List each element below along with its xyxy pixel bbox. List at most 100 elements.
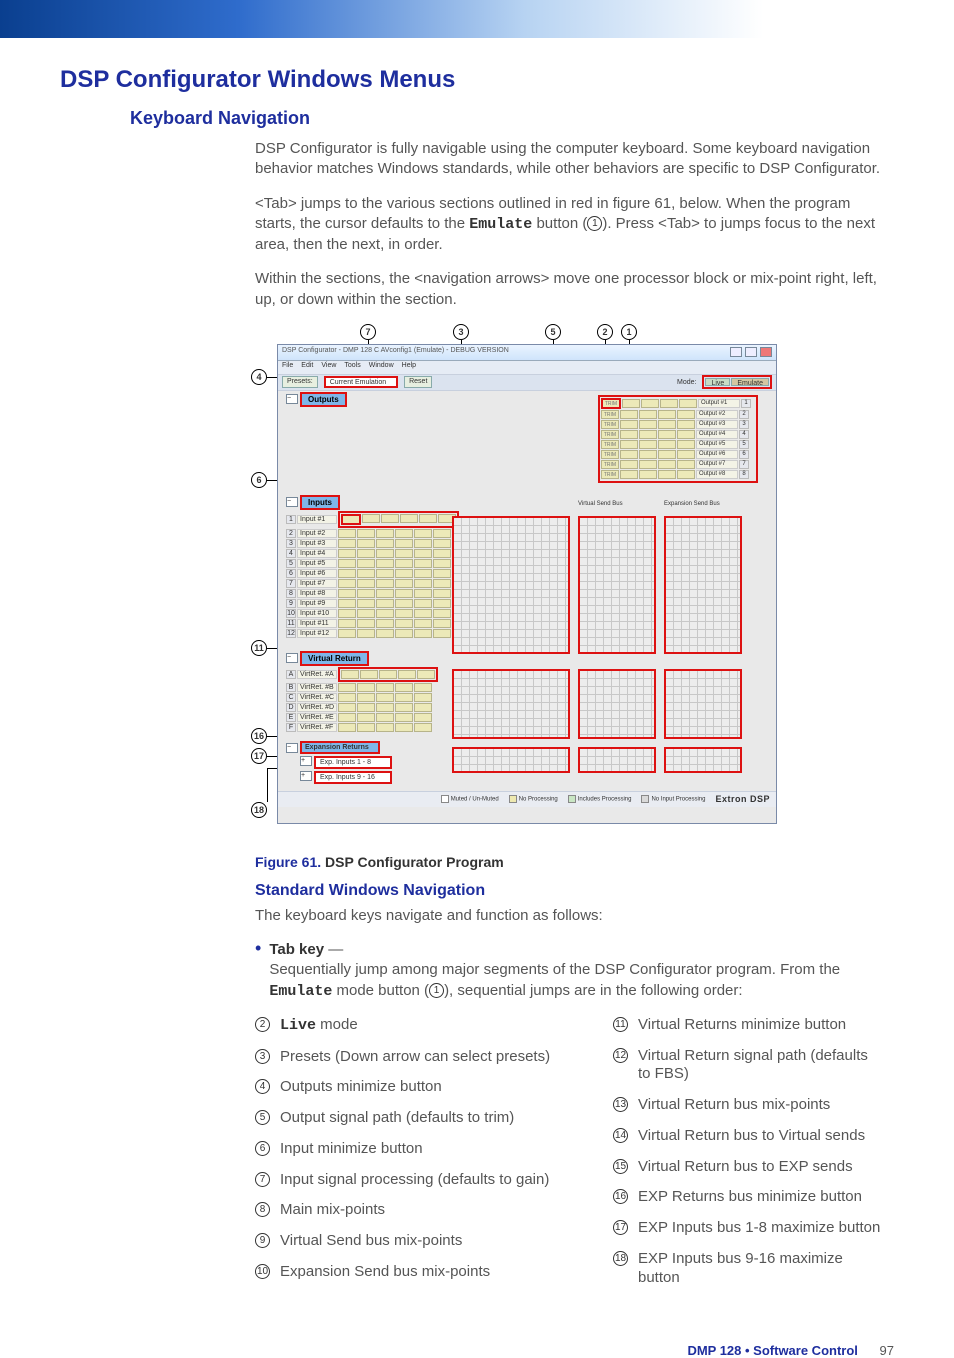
outputs-minimize-button[interactable]: − <box>286 394 298 404</box>
proc-cell[interactable] <box>338 713 356 722</box>
proc-cell[interactable] <box>414 683 432 692</box>
proc-cell[interactable] <box>376 549 394 558</box>
proc-cell[interactable] <box>677 450 695 459</box>
minimize-icon[interactable] <box>730 347 742 357</box>
proc-cell[interactable] <box>381 514 399 523</box>
proc-cell[interactable] <box>376 589 394 598</box>
proc-cell[interactable] <box>400 514 418 523</box>
proc-cell[interactable] <box>677 420 695 429</box>
reset-button[interactable]: Reset <box>404 376 432 388</box>
menu-file[interactable]: File <box>282 362 293 373</box>
proc-cell[interactable] <box>414 713 432 722</box>
proc-cell[interactable] <box>398 670 416 679</box>
proc-cell[interactable] <box>357 529 375 538</box>
proc-cell[interactable] <box>620 420 638 429</box>
proc-cell[interactable] <box>338 549 356 558</box>
proc-cell[interactable] <box>414 629 432 638</box>
proc-cell[interactable] <box>639 420 657 429</box>
proc-cell[interactable] <box>338 529 356 538</box>
trim-cell[interactable]: TRIM <box>601 440 619 449</box>
proc-cell[interactable] <box>338 589 356 598</box>
virtual-returns-minimize-button[interactable]: − <box>286 653 298 663</box>
proc-cell[interactable] <box>338 683 356 692</box>
proc-cell[interactable] <box>362 514 380 523</box>
proc-cell[interactable] <box>677 460 695 469</box>
exp-bus-mix-matrix[interactable] <box>452 747 570 773</box>
proc-cell[interactable] <box>338 609 356 618</box>
proc-cell[interactable] <box>658 440 676 449</box>
vr-to-expsend-matrix[interactable] <box>664 669 742 739</box>
menu-view[interactable]: View <box>321 362 336 373</box>
proc-cell[interactable] <box>357 713 375 722</box>
proc-cell[interactable] <box>620 430 638 439</box>
proc-cell[interactable] <box>395 569 413 578</box>
proc-cell[interactable] <box>357 629 375 638</box>
proc-cell[interactable] <box>357 599 375 608</box>
proc-cell[interactable] <box>414 579 432 588</box>
proc-cell[interactable] <box>677 410 695 419</box>
proc-cell[interactable] <box>357 703 375 712</box>
proc-cell[interactable] <box>376 683 394 692</box>
proc-cell[interactable] <box>433 559 451 568</box>
trim-cell[interactable]: TRIM <box>601 410 619 419</box>
live-button[interactable]: Live <box>705 378 730 386</box>
vr-to-vsend-matrix[interactable] <box>578 669 656 739</box>
proc-cell[interactable] <box>660 399 678 408</box>
proc-cell[interactable] <box>620 450 638 459</box>
proc-cell[interactable] <box>341 514 361 525</box>
proc-cell[interactable] <box>433 599 451 608</box>
proc-cell[interactable] <box>338 693 356 702</box>
proc-cell[interactable] <box>357 569 375 578</box>
proc-cell[interactable] <box>414 619 432 628</box>
proc-cell[interactable] <box>395 693 413 702</box>
proc-cell[interactable] <box>433 539 451 548</box>
exp-to-expsend-matrix[interactable] <box>664 747 742 773</box>
inputs-minimize-button[interactable]: − <box>286 497 298 507</box>
proc-cell[interactable] <box>395 589 413 598</box>
proc-cell[interactable] <box>376 723 394 732</box>
proc-cell[interactable] <box>376 579 394 588</box>
proc-cell[interactable] <box>395 703 413 712</box>
proc-cell[interactable] <box>417 670 435 679</box>
proc-cell[interactable] <box>658 450 676 459</box>
proc-cell[interactable] <box>360 670 378 679</box>
proc-cell[interactable] <box>376 713 394 722</box>
proc-cell[interactable] <box>639 450 657 459</box>
proc-cell[interactable] <box>433 549 451 558</box>
proc-cell[interactable] <box>620 410 638 419</box>
expansion-send-matrix[interactable] <box>664 516 742 654</box>
proc-cell[interactable] <box>341 670 359 679</box>
proc-cell[interactable] <box>433 609 451 618</box>
proc-cell[interactable] <box>357 723 375 732</box>
proc-cell[interactable] <box>376 569 394 578</box>
proc-cell[interactable] <box>338 723 356 732</box>
proc-cell[interactable] <box>357 609 375 618</box>
proc-cell[interactable] <box>338 619 356 628</box>
proc-cell[interactable] <box>376 539 394 548</box>
presets-dropdown[interactable]: Current Emulation <box>324 376 398 388</box>
proc-cell[interactable] <box>395 629 413 638</box>
proc-cell[interactable] <box>376 599 394 608</box>
proc-cell[interactable] <box>414 693 432 702</box>
proc-cell[interactable] <box>357 549 375 558</box>
proc-cell[interactable] <box>338 579 356 588</box>
maximize-icon[interactable] <box>745 347 757 357</box>
proc-cell[interactable] <box>376 693 394 702</box>
trim-cell[interactable]: TRIM <box>601 420 619 429</box>
trim-cell[interactable]: TRIM <box>601 470 619 479</box>
proc-cell[interactable] <box>395 723 413 732</box>
proc-cell[interactable] <box>641 399 659 408</box>
proc-cell[interactable] <box>433 619 451 628</box>
menu-edit[interactable]: Edit <box>301 362 313 373</box>
proc-cell[interactable] <box>620 440 638 449</box>
proc-cell[interactable] <box>433 579 451 588</box>
proc-cell[interactable] <box>658 430 676 439</box>
proc-cell[interactable] <box>357 619 375 628</box>
exp-9-16-maximize-button[interactable]: + <box>300 771 312 781</box>
proc-cell[interactable] <box>357 683 375 692</box>
proc-cell[interactable] <box>395 609 413 618</box>
proc-cell[interactable] <box>414 539 432 548</box>
proc-cell[interactable] <box>639 460 657 469</box>
vr-bus-mix-matrix[interactable] <box>452 669 570 739</box>
proc-cell[interactable] <box>639 470 657 479</box>
